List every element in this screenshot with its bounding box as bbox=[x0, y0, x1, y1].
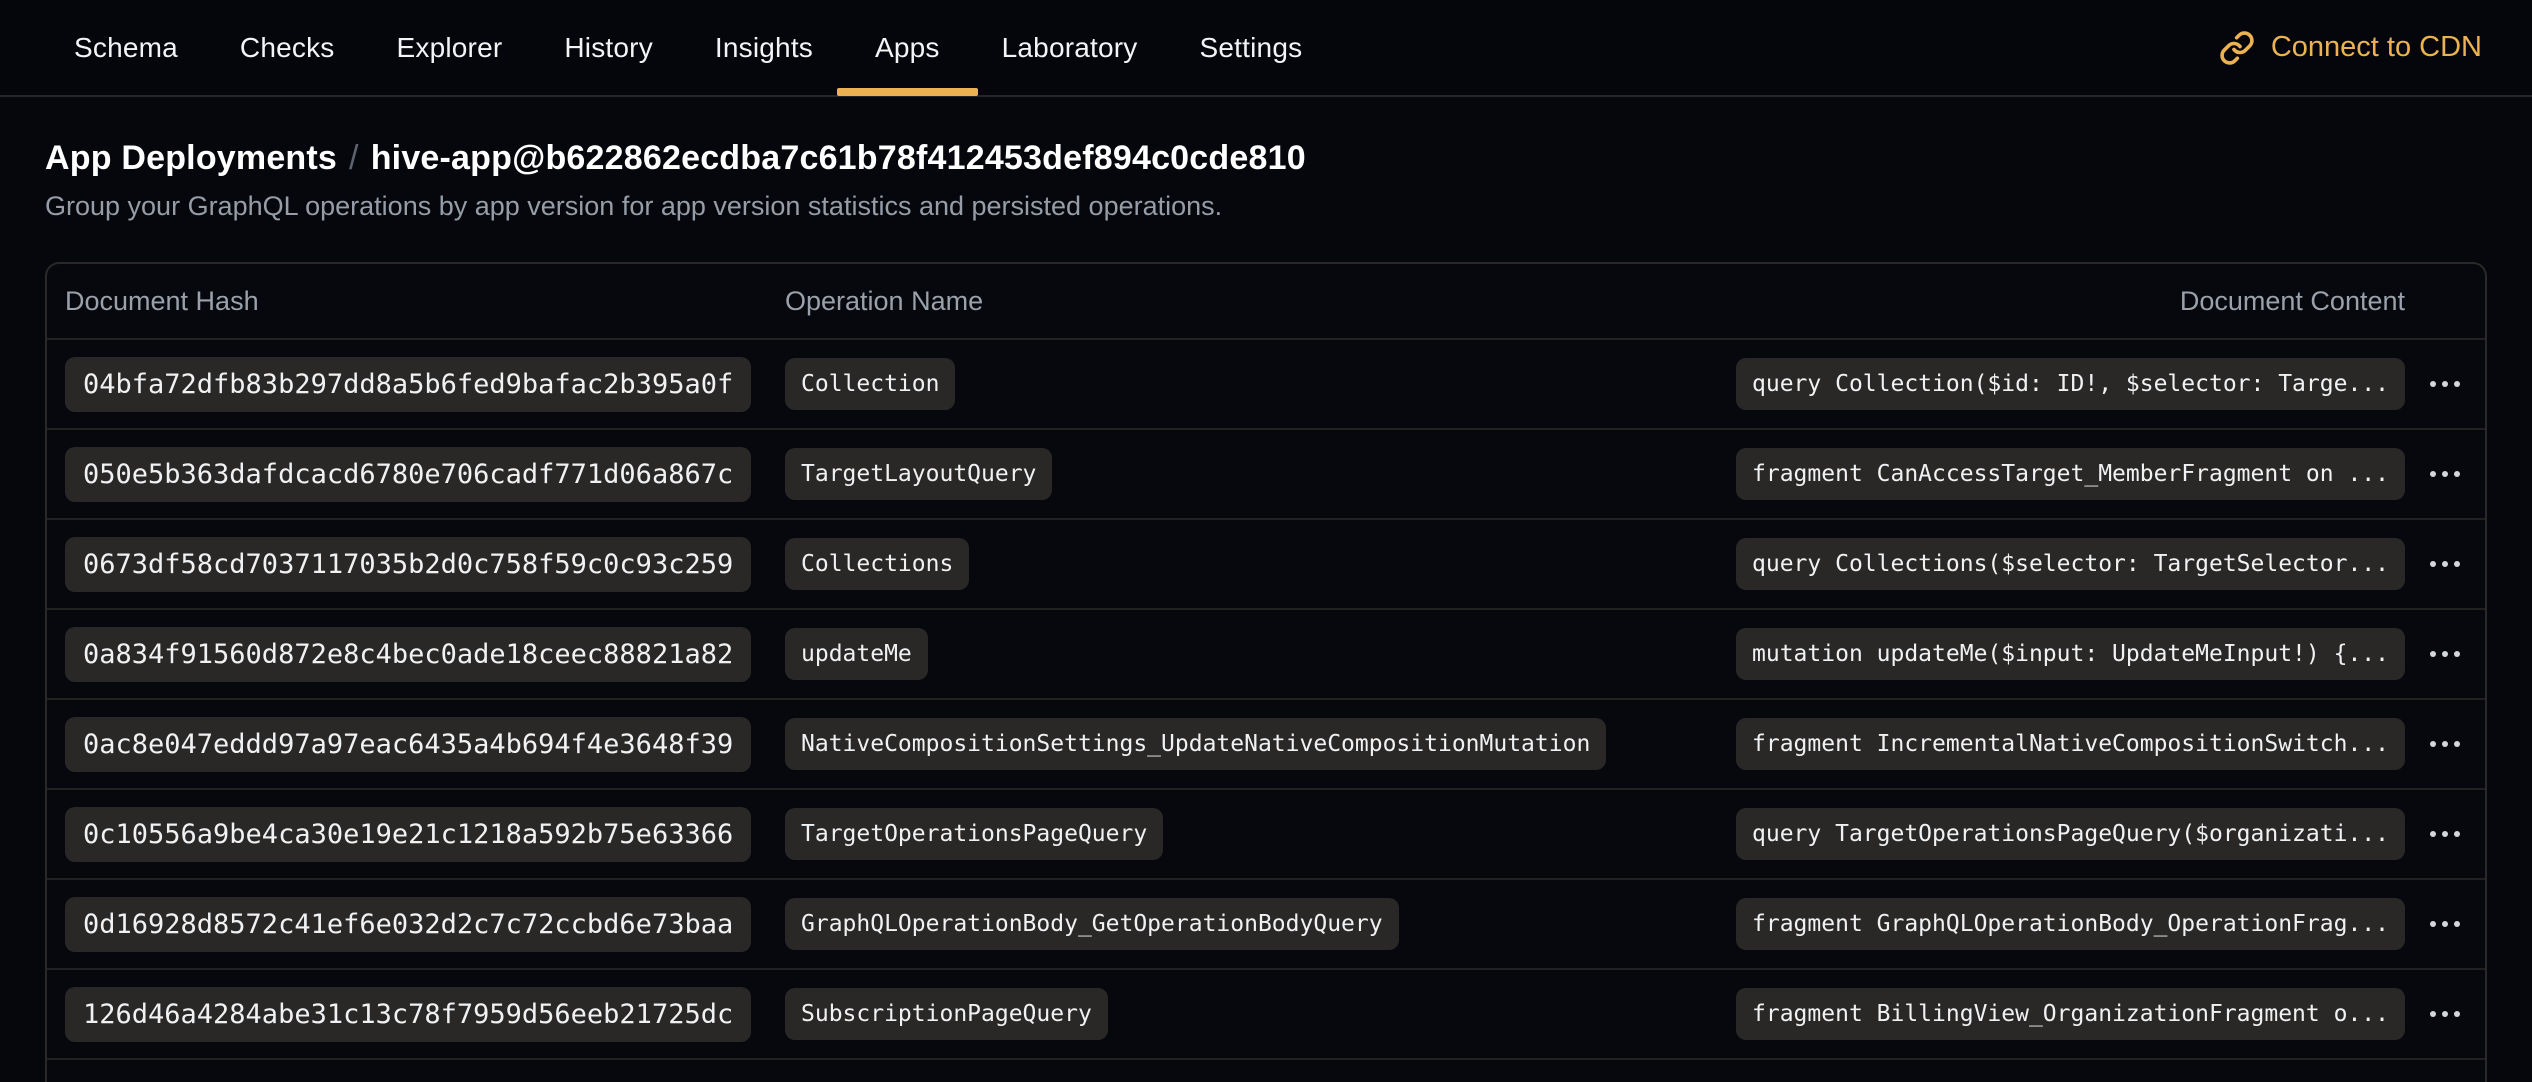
ellipsis-horizontal-icon bbox=[2430, 561, 2460, 567]
document-content-pill: fragment BillingView_OrganizationFragmen… bbox=[1736, 988, 2405, 1040]
breadcrumb: App Deployments / hive-app@b622862ecdba7c6… bbox=[45, 139, 2487, 178]
breadcrumb-section[interactable]: App Deployments bbox=[45, 139, 337, 177]
tab-insights[interactable]: Insights bbox=[715, 0, 813, 95]
table-row: 126d46a4284abe31c13c78f7959d56eeb21725dc… bbox=[47, 970, 2485, 1060]
connect-to-cdn-label: Connect to CDN bbox=[2271, 31, 2482, 64]
row-menu-button[interactable] bbox=[2422, 369, 2468, 399]
ellipsis-horizontal-icon bbox=[2430, 651, 2460, 657]
document-hash-pill: 0673df58cd7037117035b2d0c758f59c0c93c259 bbox=[65, 537, 751, 592]
document-content-pill: mutation updateMe($input: UpdateMeInput!… bbox=[1736, 628, 2405, 680]
breadcrumb-separator: / bbox=[349, 139, 359, 177]
app-deployment-page: App Deployments / hive-app@b622862ecdba7c6… bbox=[0, 139, 2532, 1082]
operation-name-pill: Collections bbox=[785, 538, 969, 590]
table-header-row: Document Hash Operation Name Document Co… bbox=[47, 264, 2485, 340]
tab-history[interactable]: History bbox=[564, 0, 653, 95]
ellipsis-horizontal-icon bbox=[2430, 1011, 2460, 1017]
document-content-pill: query Collections($selector: TargetSelec… bbox=[1736, 538, 2405, 590]
operation-name-pill: SubscriptionPageQuery bbox=[785, 988, 1108, 1040]
operation-name-pill: TargetOperationsPageQuery bbox=[785, 808, 1163, 860]
tab-apps[interactable]: Apps bbox=[875, 0, 940, 95]
document-content-pill: fragment IncrementalNativeCompositionSwi… bbox=[1736, 718, 2405, 770]
tab-laboratory[interactable]: Laboratory bbox=[1002, 0, 1138, 95]
table-row: 04bfa72dfb83b297dd8a5b6fed9bafac2b395a0f… bbox=[47, 340, 2485, 430]
table-row: 0a834f91560d872e8c4bec0ade18ceec88821a82… bbox=[47, 610, 2485, 700]
link-icon bbox=[2219, 30, 2255, 66]
operation-name-pill: updateMe bbox=[785, 628, 928, 680]
document-hash-pill: 0c10556a9be4ca30e19e21c1218a592b75e63366 bbox=[65, 807, 751, 862]
ellipsis-horizontal-icon bbox=[2430, 831, 2460, 837]
row-menu-button[interactable] bbox=[2422, 819, 2468, 849]
row-menu-button[interactable] bbox=[2422, 909, 2468, 939]
operation-name-pill: Collection bbox=[785, 358, 955, 410]
breadcrumb-app-id: hive-app@b622862ecdba7c61b78f412453def89… bbox=[371, 139, 1306, 177]
connect-to-cdn-button[interactable]: Connect to CDN bbox=[2213, 29, 2488, 67]
table-row: 0c10556a9be4ca30e19e21c1218a592b75e63366… bbox=[47, 790, 2485, 880]
document-content-pill: fragment GraphQLOperationBody_OperationF… bbox=[1736, 898, 2405, 950]
primary-nav: Schema Checks Explorer History Insights … bbox=[74, 0, 1302, 95]
tab-checks[interactable]: Checks bbox=[240, 0, 335, 95]
table-row: 0ac8e047eddd97a97eac6435a4b694f4e3648f39… bbox=[47, 700, 2485, 790]
document-content-pill: query Collection($id: ID!, $selector: Ta… bbox=[1736, 358, 2405, 410]
column-header-operation-name: Operation Name bbox=[785, 286, 1705, 317]
document-hash-pill: 0ac8e047eddd97a97eac6435a4b694f4e3648f39 bbox=[65, 717, 751, 772]
row-menu-button[interactable] bbox=[2422, 999, 2468, 1029]
document-hash-pill: 0a834f91560d872e8c4bec0ade18ceec88821a82 bbox=[65, 627, 751, 682]
deployments-table: Document Hash Operation Name Document Co… bbox=[45, 262, 2487, 1082]
ellipsis-horizontal-icon bbox=[2430, 471, 2460, 477]
document-hash-pill: 0d16928d8572c41ef6e032d2c7c72ccbd6e73baa bbox=[65, 897, 751, 952]
document-content-pill: fragment CanAccessTarget_MemberFragment … bbox=[1736, 448, 2405, 500]
tab-settings[interactable]: Settings bbox=[1200, 0, 1303, 95]
operation-name-pill: TargetLayoutQuery bbox=[785, 448, 1052, 500]
table-row: 050e5b363dafdcacd6780e706cadf771d06a867c… bbox=[47, 430, 2485, 520]
row-menu-button[interactable] bbox=[2422, 639, 2468, 669]
tab-explorer[interactable]: Explorer bbox=[397, 0, 503, 95]
top-navigation: Schema Checks Explorer History Insights … bbox=[0, 0, 2532, 97]
row-menu-button[interactable] bbox=[2422, 549, 2468, 579]
table-row: 0673df58cd7037117035b2d0c758f59c0c93c259… bbox=[47, 520, 2485, 610]
ellipsis-horizontal-icon bbox=[2430, 741, 2460, 747]
table-row: 0d16928d8572c41ef6e032d2c7c72ccbd6e73baa… bbox=[47, 880, 2485, 970]
column-header-document-content: Document Content bbox=[2180, 286, 2405, 317]
tab-schema[interactable]: Schema bbox=[74, 0, 178, 95]
document-hash-pill: 04bfa72dfb83b297dd8a5b6fed9bafac2b395a0f bbox=[65, 357, 751, 412]
row-menu-button[interactable] bbox=[2422, 729, 2468, 759]
operation-name-pill: GraphQLOperationBody_GetOperationBodyQue… bbox=[785, 898, 1399, 950]
ellipsis-horizontal-icon bbox=[2430, 921, 2460, 927]
page-subtitle: Group your GraphQL operations by app ver… bbox=[45, 191, 2487, 222]
document-content-pill: query TargetOperationsPageQuery($organiz… bbox=[1736, 808, 2405, 860]
ellipsis-horizontal-icon bbox=[2430, 381, 2460, 387]
row-menu-button[interactable] bbox=[2422, 459, 2468, 489]
document-hash-pill: 050e5b363dafdcacd6780e706cadf771d06a867c bbox=[65, 447, 751, 502]
table-body: 04bfa72dfb83b297dd8a5b6fed9bafac2b395a0f… bbox=[47, 340, 2485, 1060]
document-hash-pill: 126d46a4284abe31c13c78f7959d56eeb21725dc bbox=[65, 987, 751, 1042]
operation-name-pill: NativeCompositionSettings_UpdateNativeCo… bbox=[785, 718, 1606, 770]
column-header-document-hash: Document Hash bbox=[65, 286, 785, 317]
